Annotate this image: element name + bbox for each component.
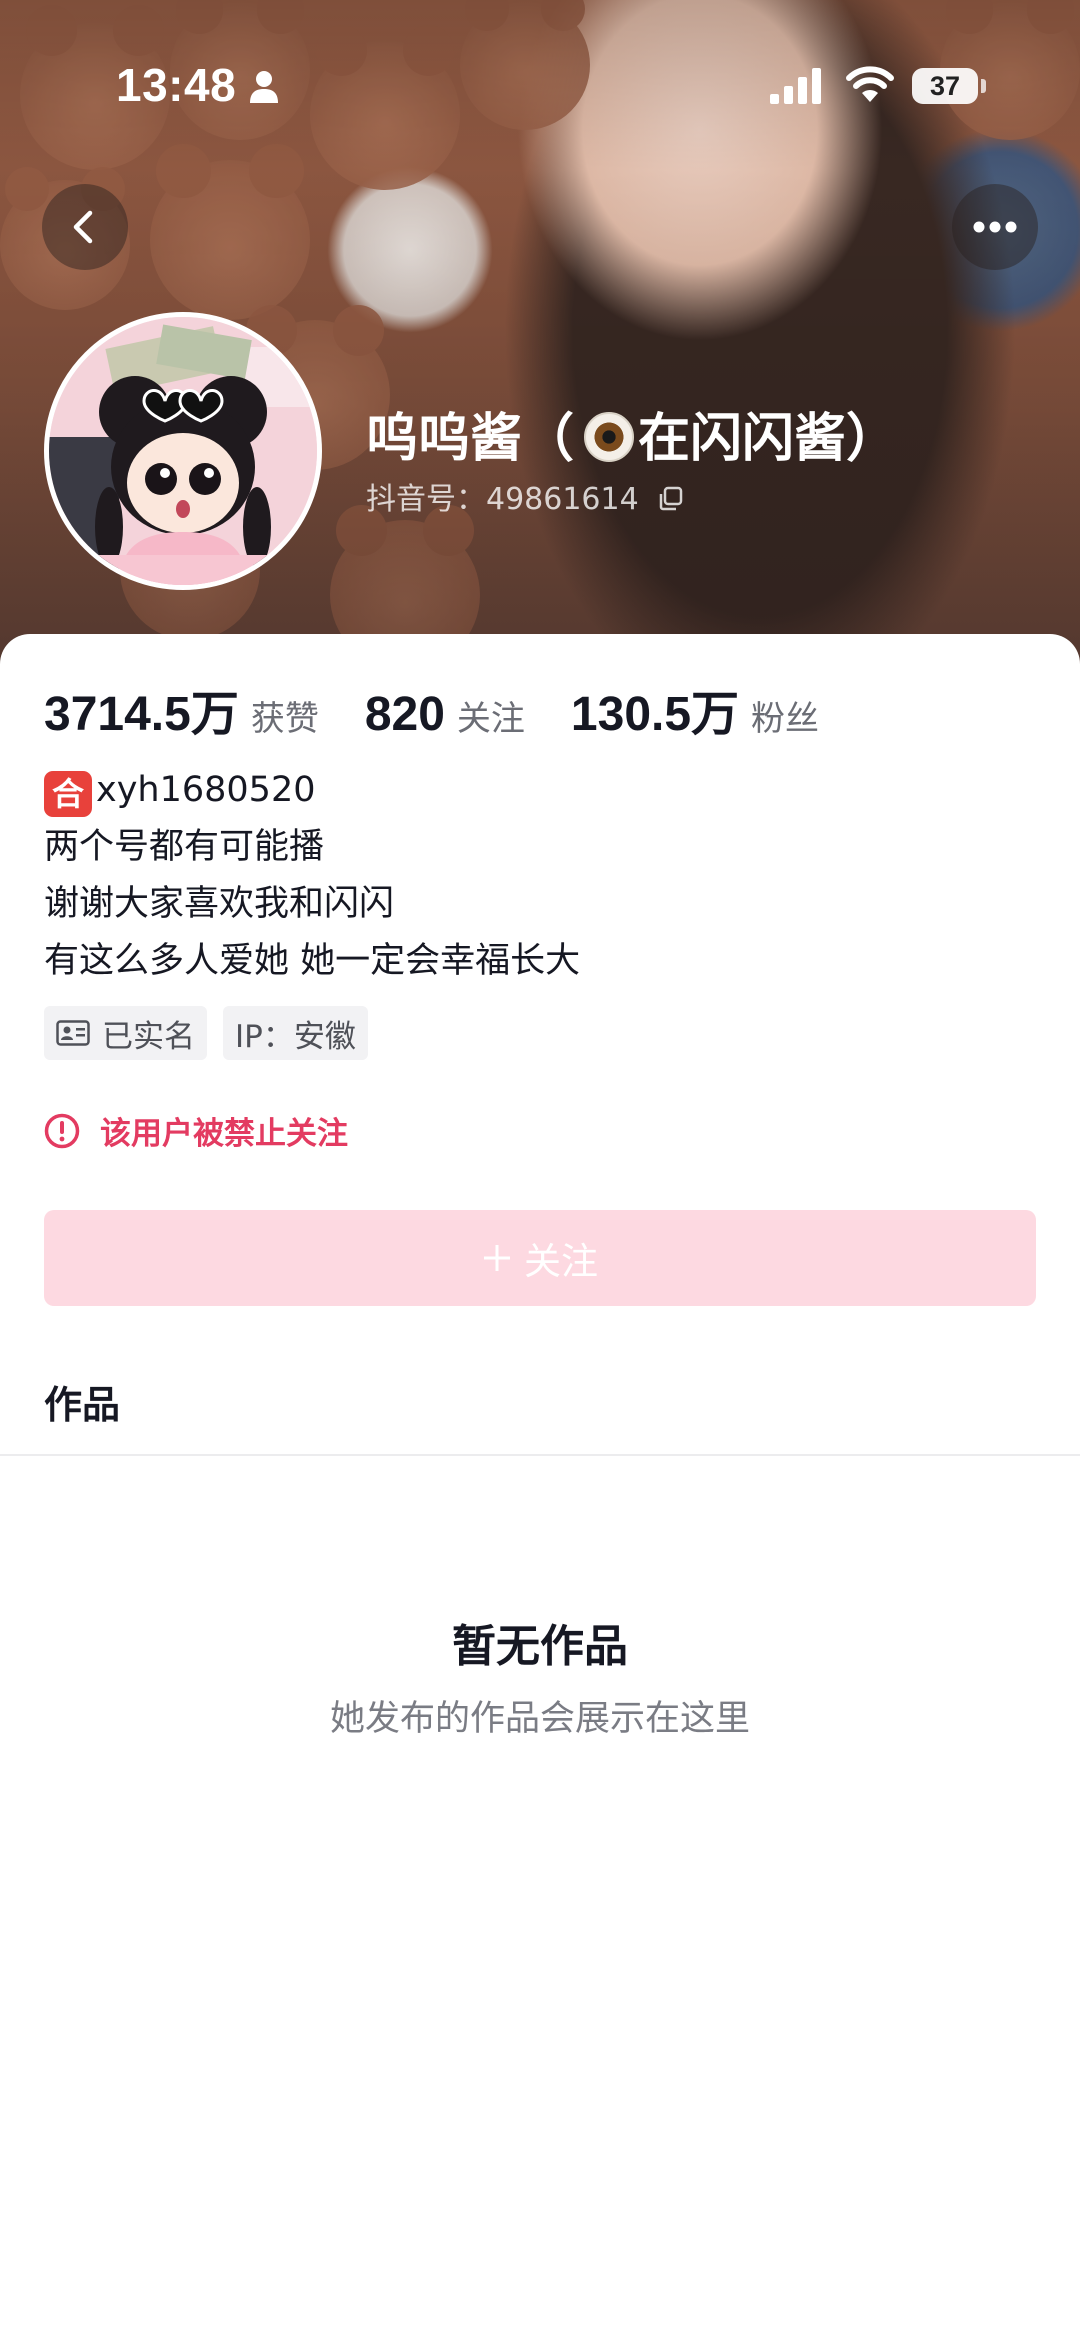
stat-following[interactable]: 820 关注 [365, 687, 525, 742]
stat-value: 130.5万 [570, 688, 740, 741]
follow-button[interactable]: 关注 [44, 1210, 1036, 1306]
id-card-icon [56, 1020, 90, 1046]
follow-button-label: 关注 [524, 1240, 598, 1283]
status-time: 13:48 [116, 59, 237, 111]
he-badge-icon: 合 [44, 771, 92, 817]
avatar[interactable] [44, 312, 322, 590]
douyin-id-row[interactable]: 抖音号：49861614 [366, 474, 684, 518]
empty-state-title: 暂无作品 [452, 1621, 628, 1672]
stat-value: 820 [364, 688, 445, 741]
tag-verified[interactable]: 已实名 [44, 1006, 207, 1060]
nickname-text-suffix: 在闪闪酱） [638, 409, 899, 469]
more-icon [973, 221, 1017, 233]
stat-likes[interactable]: 3714.5万 获赞 [44, 674, 319, 744]
profile-tags: 已实名 IP：安徽 [44, 1006, 384, 1060]
stat-value: 3714.5万 [44, 688, 239, 741]
bio-line: 两个号都有可能播 [44, 827, 325, 867]
bio-text: xyh1680520 [96, 770, 316, 810]
wifi-icon [846, 66, 894, 102]
profile-banner: 13:48 37 呜呜酱（ 在闪闪酱） 抖音号：49861614 [0, 0, 1080, 680]
bio-line: 谢谢大家喜欢我和闪闪 [44, 884, 395, 924]
more-button[interactable] [952, 184, 1038, 270]
stat-label: 粉丝 [751, 699, 820, 739]
divider [0, 1454, 1080, 1456]
tag-ip: IP：安徽 [223, 1006, 368, 1060]
tag-label: IP：安徽 [235, 1018, 356, 1055]
tag-label: 已实名 [102, 1018, 195, 1055]
profile-content: 3714.5万 获赞 820 关注 130.5万 粉丝 合 xyh1680520 … [0, 634, 1080, 2348]
empty-state-subtitle: 她发布的作品会展示在这里 [329, 1699, 750, 1739]
signal-icon [770, 68, 821, 104]
plus-icon [484, 1245, 510, 1271]
back-button[interactable] [42, 184, 128, 270]
tab-works[interactable]: 作品 [44, 1374, 120, 1429]
eye-emoji-icon [584, 412, 635, 462]
ban-notice-text: 该用户被禁止关注 [100, 1116, 348, 1152]
stat-label: 关注 [456, 699, 525, 739]
battery-indicator: 37 [912, 68, 978, 104]
stat-followers[interactable]: 130.5万 粉丝 [571, 674, 819, 744]
battery-tip [981, 79, 986, 93]
bio: 合 xyh1680520 两个号都有可能播 谢谢大家喜欢我和闪闪 有这么多人爱她 … [44, 762, 1044, 990]
douyin-id: 抖音号：49861614 [366, 482, 639, 517]
nickname-text: 呜呜酱（ [366, 409, 575, 469]
person-icon [250, 71, 278, 103]
bio-line: 有这么多人爱她 她一定会幸福长大 [44, 941, 581, 981]
bio-line: 合 xyh1680520 [44, 762, 1044, 819]
stat-label: 获赞 [250, 699, 319, 739]
avatar-image [49, 317, 317, 585]
warning-icon [44, 1113, 80, 1148]
nickname: 呜呜酱（ 在闪闪酱） [366, 396, 898, 471]
copy-icon[interactable] [658, 486, 684, 512]
ban-notice: 该用户被禁止关注 [44, 1108, 348, 1153]
stats-row: 3714.5万 获赞 820 关注 130.5万 粉丝 [44, 674, 865, 744]
back-icon [73, 210, 93, 244]
